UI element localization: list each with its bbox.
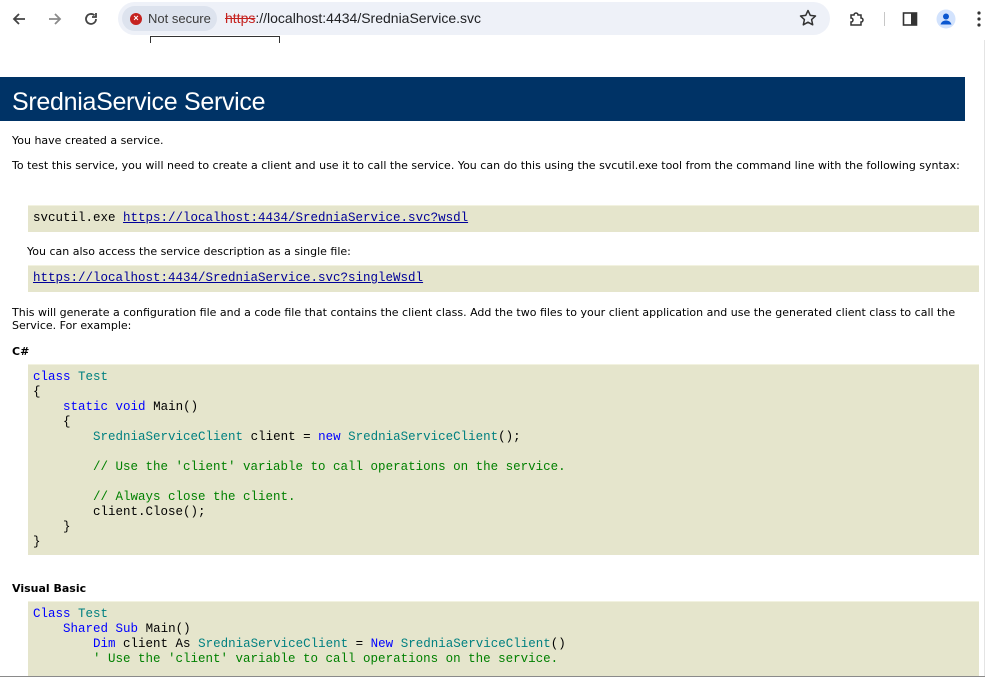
reload-icon — [85, 13, 97, 25]
bookmark-star-button[interactable] — [798, 8, 818, 28]
code-line: { — [33, 385, 41, 399]
code-line: Dim client As SredniaServiceClient = New… — [93, 637, 566, 651]
svcutil-box: svcutil.exe https://localhost:4434/Sredn… — [28, 205, 979, 232]
side-panel-button[interactable] — [900, 9, 920, 29]
single-file-text: You can also access the service descript… — [27, 245, 351, 258]
vb-heading: Visual Basic — [12, 582, 87, 595]
single-wsdl-link[interactable]: https://localhost:4434/SredniaService.sv… — [33, 271, 423, 285]
side-panel-icon — [902, 12, 918, 26]
url-path: ://localhost:4434/SredniaService.svc — [255, 10, 482, 26]
code-line: Shared Sub Main() — [63, 622, 191, 636]
generate-text: This will generate a configuration file … — [12, 306, 956, 332]
svcutil-command: svcutil.exe — [33, 211, 124, 225]
test-instructions: To test this service, you will need to c… — [12, 159, 960, 172]
code-line: static void Main() — [63, 400, 199, 414]
code-line: } — [33, 535, 41, 549]
browser-toolbar: × Not secure https://localhost:4434/Sred… — [0, 0, 985, 38]
security-chip[interactable]: × Not secure — [122, 6, 217, 31]
code-line: ' Use the 'client' variable to call oper… — [93, 652, 559, 666]
arrow-left-icon — [12, 13, 25, 25]
code-line: // Use the 'client' variable to call ope… — [93, 460, 566, 474]
forward-button[interactable] — [44, 8, 66, 30]
security-label: Not secure — [148, 11, 211, 26]
page-title: SredniaService Service — [12, 88, 266, 116]
csharp-heading: C# — [12, 345, 30, 358]
more-vert-icon — [977, 11, 981, 27]
code-line: SredniaServiceClient client = new Sredni… — [93, 430, 521, 444]
address-bar[interactable]: × Not secure https://localhost:4434/Sred… — [118, 2, 830, 35]
code-line: Class Test — [33, 607, 109, 621]
code-line: } — [63, 520, 71, 534]
code-line: { — [63, 415, 71, 429]
url-scheme: https — [225, 10, 256, 26]
wsdl-link[interactable]: https://localhost:4434/SredniaService.sv… — [123, 211, 468, 225]
arrow-right-icon — [49, 13, 62, 25]
window-bottom-edge — [0, 676, 985, 677]
star-icon — [799, 9, 817, 26]
profile-button[interactable] — [936, 9, 956, 29]
tooltip-edge — [150, 36, 280, 43]
toolbar-divider — [884, 12, 885, 26]
warning-icon: × — [130, 12, 142, 25]
single-wsdl-box: https://localhost:4434/SredniaService.sv… — [28, 265, 979, 292]
vb-code-box: Class Test Shared Sub Main() Dim client … — [28, 601, 979, 676]
code-line: // Always close the client. — [93, 490, 296, 504]
avatar-icon — [936, 9, 956, 29]
intro-text: You have created a service. — [12, 134, 164, 147]
puzzle-icon — [850, 12, 864, 26]
page-content: SredniaService Service You have created … — [0, 77, 985, 676]
code-line: class Test — [33, 370, 109, 384]
url-text[interactable]: https://localhost:4434/SredniaService.sv… — [225, 10, 481, 26]
reload-button[interactable] — [80, 8, 102, 30]
menu-button[interactable] — [974, 9, 984, 29]
extensions-button[interactable] — [847, 9, 867, 29]
code-line: client.Close(); — [93, 505, 206, 519]
csharp-code-box: class Test { static void Main() { Sredni… — [28, 364, 979, 555]
page-heading-bar: SredniaService Service — [0, 77, 965, 121]
back-button[interactable] — [8, 8, 30, 30]
